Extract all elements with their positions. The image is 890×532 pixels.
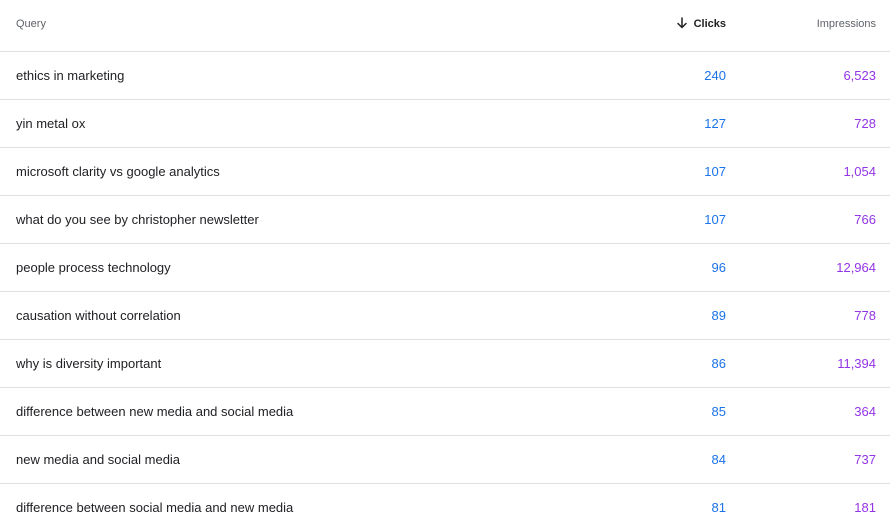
clicks-cell: 81 [711, 500, 726, 515]
column-header-impressions[interactable]: Impressions [817, 0, 876, 48]
table-row[interactable]: yin metal ox 127 728 [0, 100, 890, 148]
query-cell: yin metal ox [16, 116, 86, 131]
arrow-down-icon [676, 17, 687, 29]
impressions-cell: 1,054 [843, 164, 876, 179]
queries-table: Query Clicks Impressions ethics in marke… [0, 0, 890, 531]
impressions-cell: 766 [854, 212, 876, 227]
table-row[interactable]: difference between new media and social … [0, 388, 890, 436]
clicks-cell: 84 [711, 452, 726, 467]
impressions-cell: 737 [854, 452, 876, 467]
query-cell: new media and social media [16, 452, 181, 467]
column-header-query[interactable]: Query [16, 0, 46, 48]
impressions-cell: 728 [854, 116, 876, 131]
impressions-cell: 6,523 [843, 68, 876, 83]
query-cell: why is diversity important [16, 356, 162, 371]
column-header-clicks-label: Clicks [693, 18, 726, 30]
query-cell: people process technology [16, 260, 171, 275]
table-row[interactable]: people process technology 96 12,964 [0, 244, 890, 292]
impressions-cell: 181 [854, 500, 876, 515]
table-row[interactable]: microsoft clarity vs google analytics 10… [0, 148, 890, 196]
table-header: Query Clicks Impressions [0, 0, 890, 52]
table-row[interactable]: why is diversity important 86 11,394 [0, 340, 890, 388]
clicks-cell: 107 [704, 212, 726, 227]
table-row[interactable]: causation without correlation 89 778 [0, 292, 890, 340]
table-row[interactable]: new media and social media 84 737 [0, 436, 890, 484]
query-cell: ethics in marketing [16, 68, 125, 83]
query-cell: difference between new media and social … [16, 404, 294, 419]
impressions-cell: 364 [854, 404, 876, 419]
clicks-cell: 96 [711, 260, 726, 275]
column-header-clicks[interactable]: Clicks [676, 0, 726, 48]
clicks-cell: 86 [711, 356, 726, 371]
query-cell: what do you see by christopher newslette… [16, 212, 259, 227]
impressions-cell: 12,964 [836, 260, 876, 275]
clicks-cell: 107 [704, 164, 726, 179]
clicks-cell: 240 [704, 68, 726, 83]
table-row[interactable]: what do you see by christopher newslette… [0, 196, 890, 244]
table-row[interactable]: difference between social media and new … [0, 484, 890, 532]
query-cell: microsoft clarity vs google analytics [16, 164, 220, 179]
impressions-cell: 11,394 [837, 356, 876, 371]
clicks-cell: 89 [711, 308, 726, 323]
impressions-cell: 778 [854, 308, 876, 323]
clicks-cell: 85 [711, 404, 726, 419]
query-cell: difference between social media and new … [16, 500, 294, 515]
query-cell: causation without correlation [16, 308, 181, 323]
table-row[interactable]: ethics in marketing 240 6,523 [0, 52, 890, 100]
clicks-cell: 127 [704, 116, 726, 131]
